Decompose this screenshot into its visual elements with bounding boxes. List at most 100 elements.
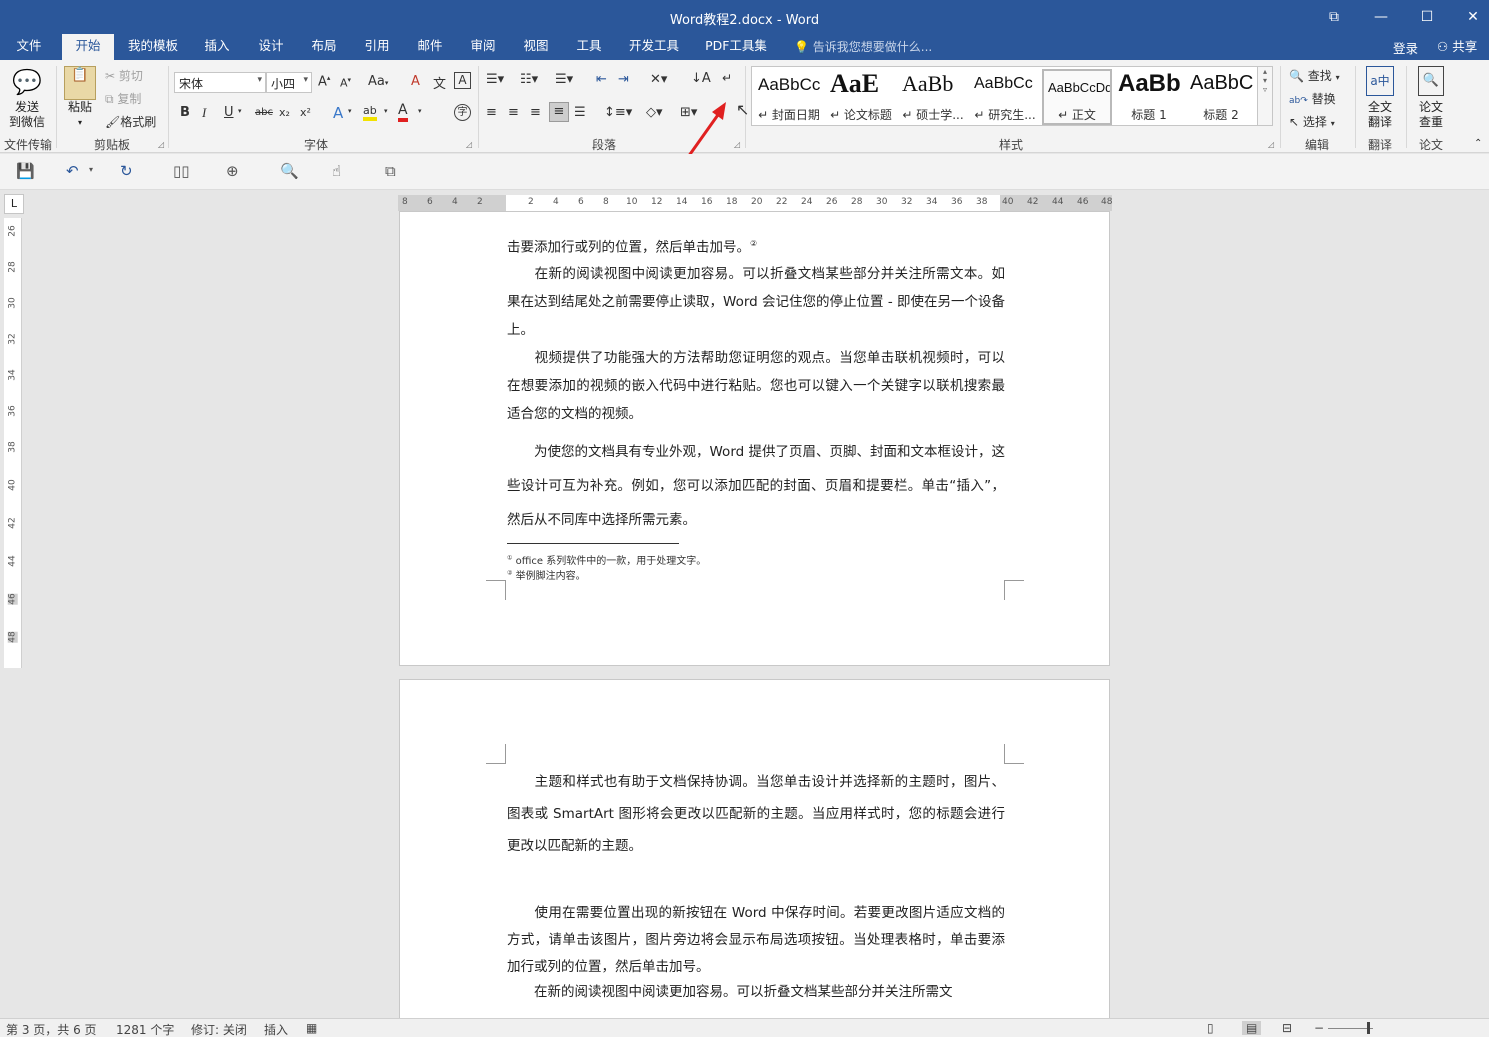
footnote[interactable]: ① office 系列软件中的一款，用于处理文字。 (507, 552, 706, 567)
text-effects-dropdown-icon[interactable]: ▾ (348, 107, 352, 115)
paragraph[interactable]: 主题和样式也有助于文档保持协调。当您单击设计并选择新的主题时，图片、图表或 Sm… (507, 766, 1005, 862)
maximize-icon[interactable]: ☐ (1404, 0, 1450, 34)
paragraph[interactable]: 在新的阅读视图中阅读更加容易。可以折叠文档某些部分并关注所需文本。如果在达到结尾… (507, 260, 1005, 344)
strikethrough-icon[interactable]: abc (255, 107, 273, 118)
undo-dropdown-icon[interactable]: ▾ (89, 165, 93, 174)
grow-font-icon[interactable]: A▴ (318, 74, 330, 89)
vertical-ruler[interactable]: 26 28 30 32 34 36 38 40 42 44 46 48 (4, 218, 22, 668)
insert-mode[interactable]: 插入 (264, 1021, 288, 1037)
shrink-font-icon[interactable]: A▾ (340, 76, 351, 90)
highlight-icon[interactable]: ab (363, 104, 377, 121)
chinese-layout-icon[interactable]: ✕▾ (650, 72, 667, 87)
zoom-out-icon[interactable]: − (1314, 1021, 1324, 1035)
numbering-icon[interactable]: ☷▾ (520, 72, 538, 87)
collapse-ribbon-icon[interactable]: ⌃ (1474, 138, 1482, 149)
find-button[interactable]: 🔍 查找 ▾ (1289, 67, 1340, 84)
clipboard-launcher-icon[interactable]: ◿ (158, 140, 164, 149)
tab-references[interactable]: 引用 (354, 34, 400, 60)
tab-review[interactable]: 审阅 (460, 34, 506, 60)
redo-icon[interactable]: ↻ (120, 162, 133, 180)
line-spacing-icon[interactable]: ↕≡▾ (604, 105, 632, 120)
zoom-slider-thumb[interactable] (1367, 1022, 1370, 1034)
paste-dropdown-icon[interactable]: ▾ (60, 115, 100, 130)
tab-home[interactable]: 开始 (62, 34, 114, 60)
font-launcher-icon[interactable]: ◿ (466, 140, 472, 149)
bullets-icon[interactable]: ☰▾ (486, 72, 504, 87)
paragraph[interactable]: 使用在需要位置出现的新按钮在 Word 中保存时间。若要更改图片适应文档的方式，… (507, 900, 1005, 981)
macro-record-icon[interactable]: ▦ (306, 1021, 317, 1035)
superscript-icon[interactable]: x² (300, 106, 311, 119)
tell-me-search[interactable]: 💡 告诉我您想要做什么... (794, 38, 932, 55)
tab-selector[interactable]: L (4, 194, 24, 214)
wechat-icon[interactable]: 💬 (12, 68, 42, 96)
share-button[interactable]: ⚇ 共享 (1431, 36, 1489, 58)
style-postgraduate[interactable]: AaBbCc ↵ 研究生... (970, 69, 1040, 125)
select-button[interactable]: ↖ 选择 ▾ (1289, 113, 1335, 130)
paragraph[interactable]: 在新的阅读视图中阅读更加容易。可以折叠文档某些部分并关注所需文 (507, 978, 1005, 1006)
style-heading-1[interactable]: AaBb 标题 1 (1114, 69, 1184, 125)
full-translate-button[interactable]: 全文 翻译 (1360, 100, 1400, 130)
ribbon-display-options-icon[interactable]: ⧉ (1311, 0, 1357, 34)
plagiarism-check-icon[interactable]: 🔍 (1418, 66, 1444, 96)
replace-button[interactable]: ab↷ 替换 (1289, 90, 1336, 107)
font-color-dropdown-icon[interactable]: ▾ (418, 107, 422, 115)
print-layout-icon[interactable]: ▤ (1242, 1021, 1262, 1035)
tab-view[interactable]: 视图 (513, 34, 559, 60)
style-masters[interactable]: AaBb ↵ 硕士学... (898, 69, 968, 125)
styles-launcher-icon[interactable]: ◿ (1268, 140, 1274, 149)
change-case-icon[interactable]: Aa▾ (368, 74, 388, 89)
save-icon[interactable]: 💾 (16, 162, 35, 180)
footnote[interactable]: ② 举例脚注内容。 (507, 567, 586, 582)
customize-icon[interactable]: ⧉ (385, 162, 396, 180)
horizontal-ruler[interactable]: 8 6 4 2 2 4 6 8 10 12 14 16 18 20 22 24 … (398, 195, 1112, 211)
italic-icon[interactable]: I (202, 105, 206, 121)
footnote-reference[interactable]: ② (750, 239, 757, 248)
page-indicator[interactable]: 第 3 页，共 6 页 (6, 1021, 97, 1037)
character-border-icon[interactable]: A (454, 72, 471, 89)
document-page[interactable]: 主题和样式也有助于文档保持协调。当您单击设计并选择新的主题时，图片、图表或 Sm… (399, 679, 1110, 1019)
align-center-icon[interactable]: ≡ (508, 105, 519, 120)
document-page[interactable]: 击要添加行或列的位置，然后单击加号。② 在新的阅读视图中阅读更加容易。可以折叠文… (399, 211, 1110, 666)
close-icon[interactable]: ✕ (1450, 0, 1489, 34)
tab-tools[interactable]: 工具 (566, 34, 612, 60)
underline-dropdown-icon[interactable]: ▾ (238, 107, 242, 115)
copy-button[interactable]: ⧉ 复制 (105, 90, 141, 107)
format-painter-button[interactable]: 🖌格式刷 (105, 113, 156, 130)
paragraph[interactable]: 视频提供了功能强大的方法帮助您证明您的观点。当您单击联机视频时，可以在想要添加的… (507, 344, 1005, 428)
font-color-icon[interactable]: A (398, 102, 408, 122)
touch-mode-icon[interactable]: ☝ (332, 162, 341, 180)
font-name-combo[interactable]: 宋体 ▾ (174, 72, 266, 93)
web-layout-icon[interactable]: ⊕ (226, 162, 239, 180)
web-layout-icon[interactable]: ⊟ (1282, 1021, 1292, 1035)
tab-my-templates[interactable]: 我的模板 (120, 34, 186, 60)
paste-button[interactable]: 粘贴 ▾ (60, 100, 100, 130)
clear-formatting-icon[interactable]: A (411, 74, 420, 89)
undo-icon[interactable]: ↶ (66, 162, 79, 180)
translate-icon[interactable]: a中 (1366, 66, 1394, 96)
read-mode-icon[interactable]: ▯ (1207, 1021, 1214, 1035)
subscript-icon[interactable]: x₂ (279, 106, 290, 119)
tab-pdf-tools[interactable]: PDF工具集 (698, 34, 774, 60)
tab-developer[interactable]: 开发工具 (622, 34, 686, 60)
multilevel-list-icon[interactable]: ☰▾ (555, 72, 573, 87)
bold-icon[interactable]: B (180, 105, 190, 120)
read-mode-icon[interactable]: ▯▯ (173, 162, 190, 180)
align-left-icon[interactable]: ≡ (486, 105, 497, 120)
paragraph[interactable]: 为使您的文档具有专业外观，Word 提供了页眉、页脚、封面和文本框设计，这些设计… (507, 435, 1005, 537)
style-heading-2[interactable]: AaBbC 标题 2 (1186, 69, 1256, 125)
styles-gallery-scroll[interactable]: ▴ ▾ ▿ (1257, 66, 1273, 126)
send-to-wechat-button[interactable]: 发送 到微信 (2, 100, 52, 130)
word-count[interactable]: 1281 个字 (116, 1021, 174, 1037)
print-preview-icon[interactable]: 🔍 (280, 162, 299, 180)
enclose-characters-icon[interactable]: 字 (454, 104, 471, 121)
tab-insert[interactable]: 插入 (194, 34, 240, 60)
sort-icon[interactable]: ↓A (691, 71, 711, 86)
cut-button[interactable]: ✂ 剪切 (105, 67, 143, 84)
decrease-indent-icon[interactable]: ⇤ (596, 72, 607, 87)
thesis-check-button[interactable]: 论文 查重 (1411, 100, 1451, 130)
tab-design[interactable]: 设计 (248, 34, 294, 60)
login-link[interactable]: 登录 (1393, 38, 1418, 57)
phonetic-guide-icon[interactable]: 文 (433, 73, 446, 92)
align-right-icon[interactable]: ≡ (530, 105, 541, 120)
font-size-combo[interactable]: 小四 ▾ (266, 72, 312, 93)
